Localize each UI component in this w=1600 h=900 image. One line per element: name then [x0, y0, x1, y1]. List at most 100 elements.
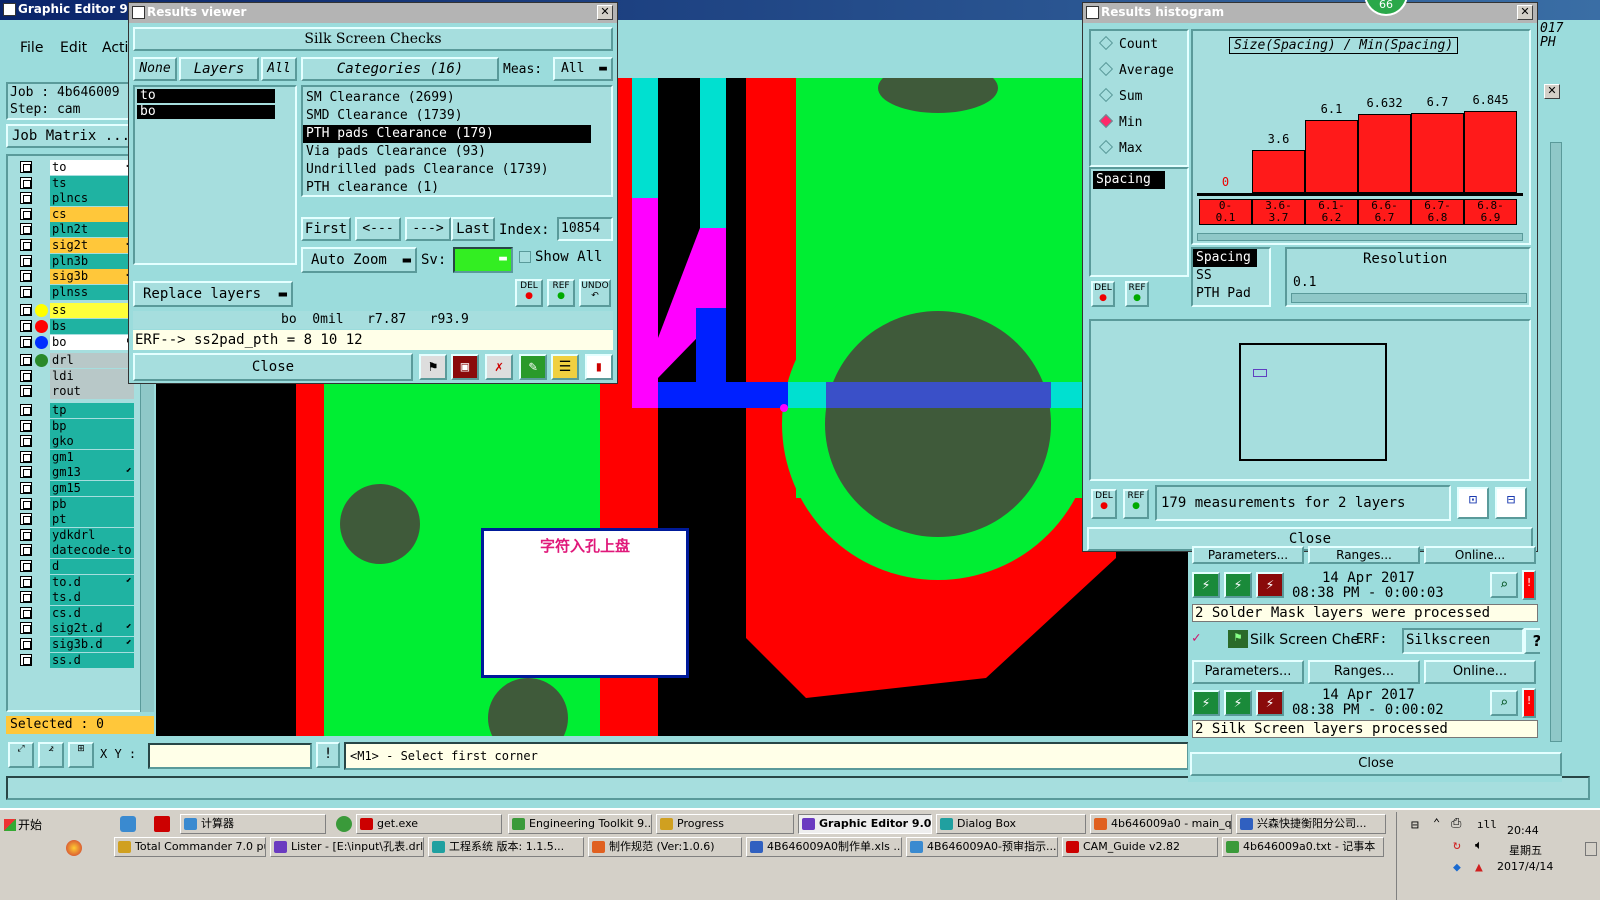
run-action-icon[interactable]: ⚡ — [1192, 572, 1220, 598]
online-button[interactable]: Online... — [1424, 660, 1536, 684]
layer-name[interactable]: cs — [50, 206, 134, 222]
categories-list[interactable]: SM Clearance (2699) SMD Clearance (1739)… — [301, 85, 613, 197]
xy-input[interactable] — [148, 743, 312, 769]
layer-row-cs-d[interactable]: cs.d — [18, 605, 134, 621]
quicklaunch-ie-icon[interactable] — [336, 816, 352, 832]
layer-name[interactable]: gko — [50, 434, 134, 450]
tray-volume-icon[interactable]: 🔈︎ — [1475, 838, 1483, 853]
chart-hscroll[interactable] — [1197, 233, 1523, 241]
layer-checkbox[interactable] — [20, 466, 32, 479]
layer-checkbox[interactable] — [20, 653, 32, 666]
layer-row-bs[interactable]: bs — [18, 319, 134, 334]
layer-name[interactable]: to.d — [50, 574, 134, 590]
show-all-checkbox[interactable] — [519, 251, 531, 263]
layer-checkbox[interactable] — [20, 482, 32, 494]
taskbar-button[interactable]: 制作规范 (Ver:1.0.6) — [588, 837, 742, 857]
layers-all-button[interactable]: All — [261, 57, 297, 81]
layer-row-ss-d[interactable]: ss.d — [18, 652, 134, 668]
histogram-icon[interactable]: ▮ — [585, 354, 613, 380]
zoom-to-result-icon[interactable]: ⊡ — [1457, 487, 1489, 519]
erf-value[interactable]: Silkscreen — [1402, 628, 1524, 654]
params-top-button[interactable]: Parameters... — [1192, 546, 1304, 564]
layer-name[interactable]: plnss — [50, 284, 134, 300]
taskbar-button[interactable]: 4B646009A0制作单.xls ... — [746, 837, 902, 857]
annotation-box[interactable]: 字符入孔上盘 — [481, 528, 689, 678]
layer-row-d[interactable]: d — [18, 559, 134, 574]
layer-name[interactable]: sig2t.d — [50, 621, 134, 637]
layer-checkbox[interactable] — [20, 528, 32, 541]
layer-name[interactable]: datecode-to — [50, 543, 134, 559]
taskbar-button[interactable]: Progress — [656, 814, 794, 834]
tray-chevron-icon[interactable]: ⌃ — [1433, 816, 1440, 830]
layer-checkbox[interactable] — [20, 385, 32, 398]
quicklaunch-pdf-icon[interactable] — [154, 816, 170, 832]
layer-checkbox[interactable] — [20, 638, 32, 650]
layer-name[interactable]: drl — [50, 353, 134, 369]
checklist-close-button[interactable]: Close — [1190, 752, 1562, 776]
layers-list[interactable]: to bo — [133, 85, 297, 265]
list2-item-spacing[interactable]: Spacing — [1193, 249, 1257, 267]
graphic-icon[interactable]: ▣ — [451, 354, 479, 380]
radio-max[interactable]: Max — [1098, 139, 1142, 156]
layer-row-cs[interactable]: cs — [18, 206, 134, 222]
radio-sum[interactable]: Sum — [1098, 87, 1142, 104]
layer-checkbox[interactable] — [20, 369, 32, 382]
layer-checkbox[interactable] — [20, 404, 32, 416]
index-field[interactable]: 10854 — [557, 217, 613, 241]
run-action-icon-6[interactable]: ⚡ — [1256, 690, 1284, 716]
layer-name[interactable]: d — [50, 559, 134, 574]
layer-checkbox[interactable] — [20, 606, 32, 619]
layer-name[interactable]: bo — [50, 334, 134, 350]
results-viewer-close-button[interactable]: Close — [133, 353, 413, 381]
layer-checkbox[interactable] — [20, 513, 32, 526]
menu-actions[interactable]: Acti — [102, 40, 128, 56]
last-button[interactable]: Last — [451, 217, 495, 241]
online-top-button[interactable]: Online... — [1424, 546, 1536, 564]
alert-icon[interactable]: ! — [1522, 570, 1536, 600]
right-close-icon[interactable]: ✕ — [1544, 84, 1560, 99]
layers-tab[interactable]: Layers — [179, 57, 259, 81]
layer-row-drl[interactable]: drl — [18, 353, 134, 369]
layer-checkbox[interactable] — [20, 544, 32, 557]
layer-row-pln2t[interactable]: pln2t — [18, 222, 134, 238]
cross-icon[interactable]: ✗ — [485, 354, 513, 380]
taskbar-button[interactable]: 4B646009A0-预审指示.... — [906, 837, 1058, 857]
layer-name[interactable]: cs.d — [50, 605, 134, 621]
layer-checkbox[interactable] — [20, 560, 32, 572]
layer-row-pb[interactable]: pb — [18, 496, 134, 512]
first-button[interactable]: First — [301, 217, 351, 241]
params-button[interactable]: Parameters... — [1192, 660, 1304, 684]
layer-checkbox[interactable] — [20, 207, 32, 220]
hist-del-button[interactable]: DEL ● — [1091, 281, 1115, 307]
sv-color-dropdown[interactable]: ▬ — [453, 247, 513, 273]
check2-checkbox[interactable]: ✓ — [1192, 631, 1208, 646]
hist-ref-button-2[interactable]: REF ● — [1123, 489, 1149, 519]
taskbar-button[interactable]: Engineering Toolkit 9.... — [508, 814, 652, 834]
menu-file[interactable]: File — [20, 40, 43, 56]
category-item[interactable]: Via pads Clearance (93) — [303, 143, 611, 161]
layer-checkbox[interactable] — [20, 285, 32, 298]
layer-checkbox[interactable] — [20, 335, 32, 348]
layer-row-rout[interactable]: rout — [18, 384, 134, 400]
ranges-top-button[interactable]: Ranges... — [1308, 546, 1420, 564]
layer-name[interactable]: pt — [50, 512, 134, 528]
taskbar-button[interactable]: 兴森快捷衡阳分公司... — [1236, 814, 1386, 834]
zoom-tool-icon[interactable]: ⤢ — [8, 742, 34, 768]
alert-icon-2[interactable]: ! — [1522, 688, 1536, 718]
layer-checkbox[interactable] — [20, 320, 32, 332]
layer-name[interactable]: bs — [50, 319, 134, 334]
layer-color-dot[interactable] — [35, 354, 48, 368]
layer-checkbox[interactable] — [20, 223, 32, 236]
radio-count[interactable]: Count — [1098, 35, 1158, 52]
report-icon[interactable]: ☰ — [551, 354, 579, 380]
layer-checkbox[interactable] — [20, 270, 32, 283]
del-button[interactable]: DEL ● — [515, 279, 543, 307]
list2-item-pth-pad[interactable]: PTH Pad — [1193, 285, 1269, 303]
layer-name[interactable]: sig2t — [50, 238, 134, 253]
info-icon[interactable]: ! — [316, 742, 340, 768]
layer-name[interactable]: ldi — [50, 368, 134, 384]
layer-name[interactable]: ss — [50, 303, 134, 319]
taskbar-button[interactable]: get.exe — [356, 814, 502, 834]
meas-dropdown[interactable]: All ▬ — [553, 57, 613, 81]
layer-checkbox[interactable] — [20, 450, 32, 463]
